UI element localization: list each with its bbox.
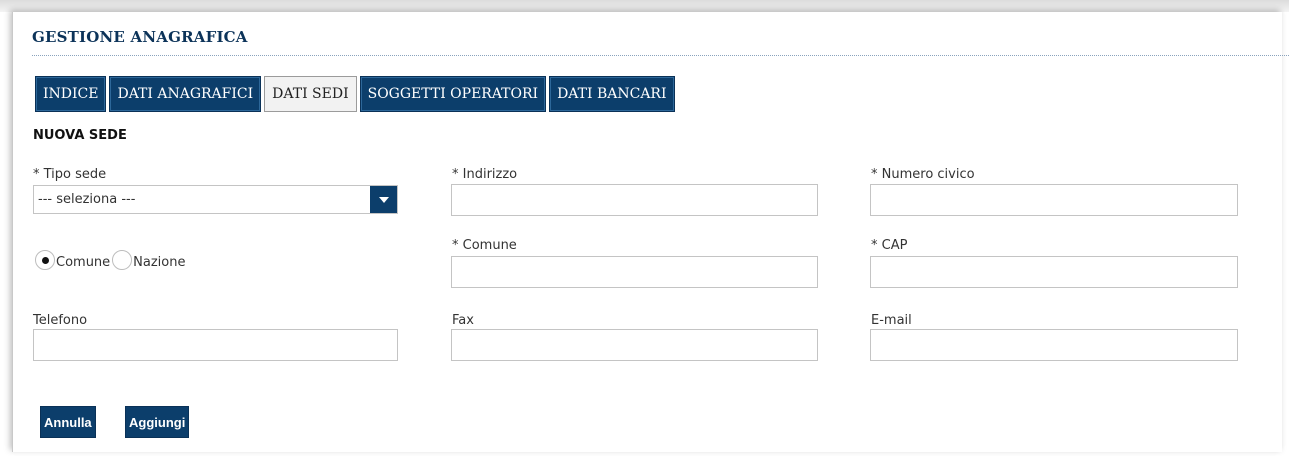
- numero-civico-input[interactable]: [870, 184, 1238, 216]
- cancel-button[interactable]: Annulla: [40, 406, 96, 438]
- tab-bar: INDICE DATI ANAGRAFICI DATI SEDI SOGGETT…: [35, 76, 675, 112]
- tab-dati-bancari[interactable]: DATI BANCARI: [549, 76, 675, 112]
- numero-civico-label: * Numero civico: [871, 167, 975, 182]
- tab-dati-anagrafici[interactable]: DATI ANAGRAFICI: [109, 76, 262, 112]
- cap-input[interactable]: [870, 256, 1238, 288]
- telefono-input[interactable]: [33, 329, 398, 361]
- tipo-sede-value: --- seleziona ---: [38, 192, 136, 207]
- tipo-sede-select[interactable]: --- seleziona ---: [33, 185, 398, 214]
- page-title: GESTIONE ANAGRAFICA: [32, 28, 248, 46]
- email-input[interactable]: [870, 329, 1238, 361]
- radio-comune-label: Comune: [56, 255, 111, 270]
- indirizzo-input[interactable]: [451, 184, 818, 216]
- email-label: E-mail: [871, 313, 912, 328]
- comune-input[interactable]: [451, 256, 818, 288]
- add-button[interactable]: Aggiungi: [125, 406, 190, 438]
- chevron-down-icon[interactable]: [370, 186, 397, 213]
- tab-indice[interactable]: INDICE: [35, 76, 107, 112]
- section-title: NUOVA SEDE: [33, 128, 127, 143]
- comune-label: * Comune: [452, 238, 517, 253]
- indirizzo-label: * Indirizzo: [452, 167, 518, 182]
- radio-comune[interactable]: [35, 250, 55, 270]
- tab-soggetti-operatori[interactable]: SOGGETTI OPERATORI: [359, 76, 547, 112]
- title-divider: [32, 55, 1289, 56]
- radio-selected-dot: [41, 256, 49, 264]
- tab-dati-sedi[interactable]: DATI SEDI: [264, 76, 357, 112]
- tipo-sede-label: * Tipo sede: [33, 167, 107, 182]
- window-top-edge: [0, 0, 1289, 12]
- location-type-radio-group: Comune Nazione: [35, 250, 188, 270]
- fax-label: Fax: [452, 313, 474, 328]
- telefono-label: Telefono: [33, 313, 88, 328]
- fax-input[interactable]: [451, 329, 818, 361]
- cap-label: * CAP: [871, 238, 908, 253]
- radio-nazione-label: Nazione: [133, 255, 186, 270]
- radio-nazione[interactable]: [112, 250, 133, 270]
